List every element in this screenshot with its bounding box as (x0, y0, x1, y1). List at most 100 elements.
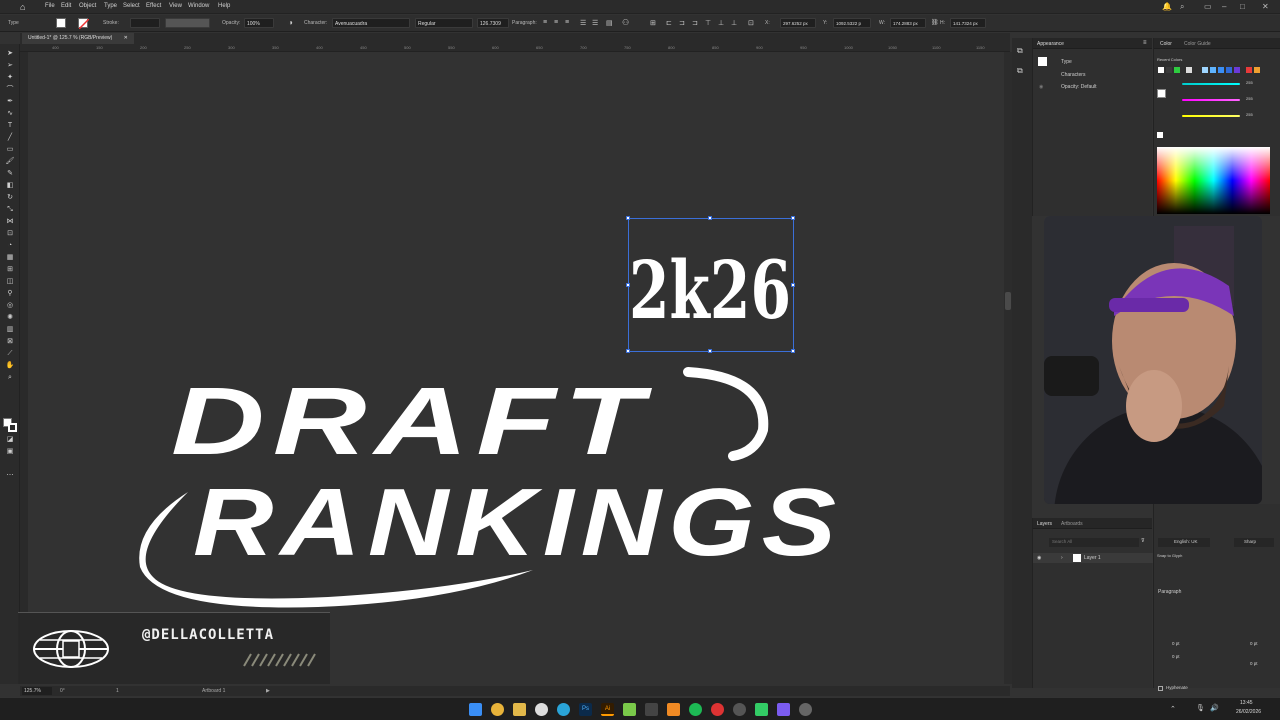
h-align-left-icon[interactable]: ⊏ (666, 19, 672, 27)
menu-help[interactable]: Help (218, 3, 230, 9)
align-center-icon[interactable]: ≡ (554, 19, 558, 26)
handle-bottom-right[interactable] (791, 349, 795, 353)
font-size-field[interactable]: 126.7309 (477, 18, 509, 28)
volume-icon[interactable]: 🔊 (1210, 704, 1219, 712)
color-spectrum[interactable] (1157, 147, 1270, 214)
app-dark-icon[interactable] (645, 703, 658, 716)
appearance-tab[interactable]: Appearance (1037, 41, 1064, 47)
pen-tool-icon[interactable]: ✒ (5, 98, 15, 106)
v-align-bottom-icon[interactable]: ⊥ (731, 19, 737, 27)
chrome-icon[interactable] (491, 703, 504, 716)
artboard-number[interactable]: 1 (116, 688, 119, 694)
handle-top-mid[interactable] (708, 216, 712, 220)
direct-selection-tool-icon[interactable]: ➢ (5, 62, 15, 70)
g-slider[interactable] (1182, 99, 1240, 101)
handle-mid-left[interactable] (626, 283, 630, 287)
menu-file[interactable]: File (45, 3, 55, 9)
layer-name[interactable]: Layer 1 (1084, 555, 1101, 561)
menu-window[interactable]: Window (188, 3, 209, 9)
recent-swatch-lightblue[interactable] (1202, 67, 1208, 73)
color-guide-tab[interactable]: Color Guide (1184, 41, 1211, 47)
first-line-indent-value[interactable]: 0 pt (1172, 654, 1180, 659)
vertical-scrollbar[interactable] (1004, 52, 1012, 684)
horizontal-ruler[interactable]: 400 150 200 250 300 350 400 450 500 550 600 650 700 7… (20, 44, 1029, 52)
obs-icon[interactable] (733, 703, 746, 716)
libraries-icon[interactable]: ⧉ (1017, 66, 1023, 76)
paragraph-tab[interactable]: Paragraph (1158, 589, 1181, 595)
font-style-select[interactable]: Regular (415, 18, 473, 28)
bullets-icon[interactable]: ☰ (580, 19, 586, 27)
v-align-top-icon[interactable]: ⊤ (705, 19, 711, 27)
year-text[interactable]: 2k26 (629, 243, 791, 337)
recent-swatch-white[interactable] (1158, 67, 1164, 73)
zoom-field[interactable]: 125.7% (22, 687, 52, 695)
selection-tool-icon[interactable]: ➤ (5, 50, 15, 58)
app-diamond-icon[interactable] (755, 703, 768, 716)
menu-view[interactable]: View (169, 3, 182, 9)
bell-icon[interactable]: 🔔 (1162, 2, 1172, 11)
recent-swatch-darkblue[interactable] (1226, 67, 1232, 73)
h-align-right-icon[interactable]: ⊐ (692, 19, 698, 27)
perspective-grid-tool-icon[interactable]: ▦ (5, 254, 15, 262)
scale-tool-icon[interactable]: ⤡ (5, 206, 15, 214)
gradient-tool-icon[interactable]: ◫ (5, 278, 15, 286)
w-field[interactable]: 174.2883 px (890, 18, 926, 28)
opacity-field[interactable]: 100% (244, 18, 274, 28)
document-tab[interactable]: Untitled-1* @ 125.7 % (RGB/Preview) ✕ (22, 33, 134, 44)
visibility-eye-icon[interactable]: ◉ (1037, 555, 1041, 561)
appearance-opacity-label[interactable]: Opacity: Default (1061, 84, 1097, 90)
app-red-icon[interactable] (711, 703, 724, 716)
menu-object[interactable]: Object (79, 3, 96, 9)
layers-search-input[interactable]: Search All (1049, 538, 1139, 547)
handle-bottom-left[interactable] (626, 349, 630, 353)
x-field[interactable]: 297.6252 px (780, 18, 816, 28)
y-field[interactable]: 1092.5322 p (833, 18, 871, 28)
minimize-icon[interactable]: – (1222, 2, 1226, 11)
arrange-icon[interactable]: ▭ (1204, 2, 1212, 11)
appearance-characters-label[interactable]: Characters (1061, 72, 1085, 78)
line-tool-icon[interactable]: ╱ (5, 134, 15, 142)
free-transform-tool-icon[interactable]: ⊡ (5, 230, 15, 238)
spotify-icon[interactable] (689, 703, 702, 716)
scroll-thumb[interactable] (1005, 292, 1011, 310)
menu-select[interactable]: Select (123, 3, 140, 9)
paintbrush-tool-icon[interactable]: 🖌 (5, 158, 15, 166)
align-right-icon[interactable]: ≡ (565, 19, 569, 26)
start-icon[interactable] (469, 703, 482, 716)
eraser-tool-icon[interactable]: ◧ (5, 182, 15, 190)
rankings-text[interactable]: RANKINGS (193, 469, 843, 576)
menu-edit[interactable]: Edit (61, 3, 71, 9)
screen-mode-icon[interactable]: ▣ (5, 448, 15, 456)
slice-tool-icon[interactable]: ⟋ (5, 350, 15, 358)
artboard-tool-icon[interactable]: ⊠ (5, 338, 15, 346)
recolor-icon[interactable]: ◑ (288, 18, 293, 27)
app-gray-icon[interactable] (799, 703, 812, 716)
close-icon[interactable]: ✕ (1262, 2, 1269, 11)
width-tool-icon[interactable]: ⋈ (5, 218, 15, 226)
rotate-tool-icon[interactable]: ↻ (5, 194, 15, 202)
photoshop-icon[interactable]: Ps (579, 703, 592, 716)
r-value[interactable]: 255 (1246, 80, 1253, 85)
handle-bottom-mid[interactable] (708, 349, 712, 353)
recent-swatch-sky[interactable] (1210, 67, 1216, 73)
expand-chevron-icon[interactable]: › (1061, 555, 1063, 561)
close-tab-icon[interactable]: ✕ (124, 35, 128, 41)
canvas[interactable]: DRAFT RANKINGS 2k26 (28, 52, 1005, 684)
status-arrow-icon[interactable]: ▶ (266, 688, 270, 694)
recent-swatch-lightgray[interactable] (1186, 67, 1192, 73)
tray-chevron-icon[interactable]: ⌃ (1170, 705, 1176, 713)
clock-date[interactable]: 26/02/2026 (1236, 709, 1261, 715)
recent-swatch-purple[interactable] (1234, 67, 1240, 73)
g-value[interactable]: 255 (1246, 96, 1253, 101)
home-icon[interactable]: ⌂ (20, 2, 30, 12)
r-slider[interactable] (1182, 83, 1240, 85)
b-value[interactable]: 255 (1246, 112, 1253, 117)
language-select[interactable]: English: UK (1158, 538, 1210, 547)
draft-text[interactable]: DRAFT (171, 368, 653, 475)
layers-tab[interactable]: Layers (1037, 521, 1052, 527)
shape-builder-tool-icon[interactable]: ◔ (5, 242, 15, 250)
search-icon[interactable]: ⌕ (1180, 2, 1184, 12)
align-left-icon[interactable]: ≡ (543, 19, 547, 26)
font-family-select[interactable]: Avenuacuadra (332, 18, 410, 28)
zoom-tool-icon[interactable]: ⌕ (5, 374, 15, 382)
